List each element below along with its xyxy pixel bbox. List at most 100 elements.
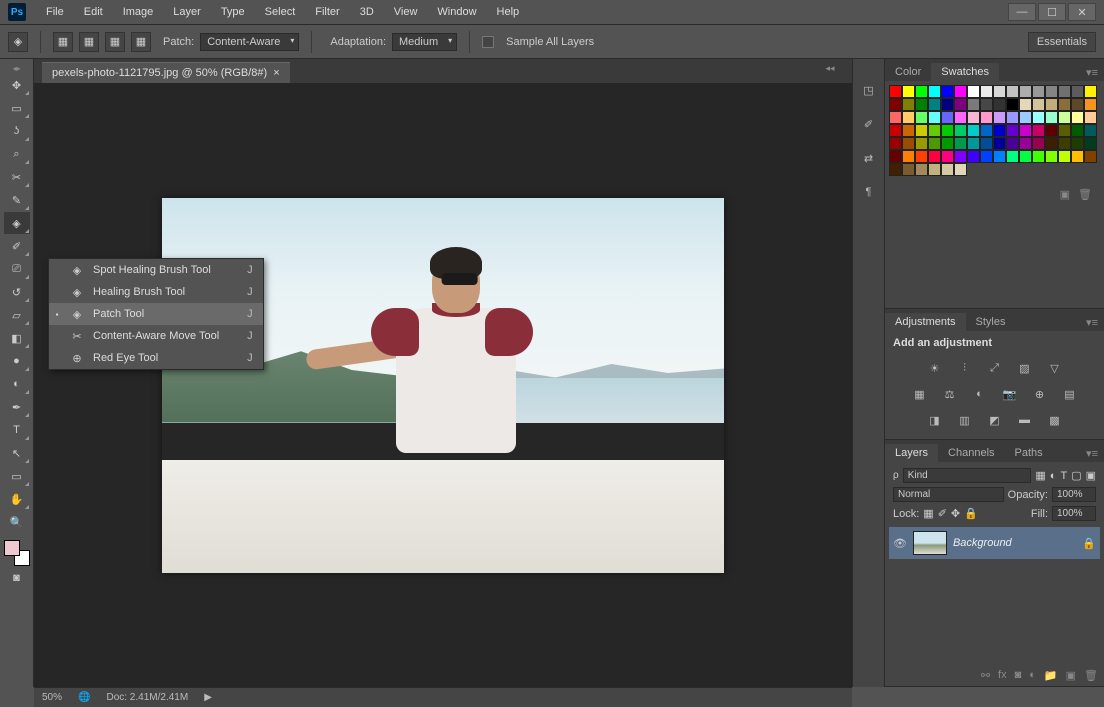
swatch[interactable] bbox=[941, 98, 954, 111]
flyout-content-aware-move[interactable]: ✂ Content-Aware Move Tool J bbox=[49, 325, 263, 347]
swatch[interactable] bbox=[1032, 98, 1045, 111]
swatch[interactable] bbox=[1058, 111, 1071, 124]
swatch[interactable] bbox=[993, 150, 1006, 163]
swatch[interactable] bbox=[941, 85, 954, 98]
curves-icon[interactable]: ⤢ bbox=[985, 359, 1005, 377]
menu-image[interactable]: Image bbox=[113, 3, 164, 21]
panel-collapse-icon[interactable]: ◂◂ bbox=[820, 62, 840, 74]
blend-mode-select[interactable]: Normal bbox=[893, 487, 1004, 502]
opacity-input[interactable]: 100% bbox=[1052, 487, 1096, 502]
dodge-tool[interactable]: ◐ bbox=[4, 373, 30, 395]
swatch[interactable] bbox=[1058, 124, 1071, 137]
toolbar-collapse-icon[interactable]: ◂▸ bbox=[2, 63, 32, 73]
lock-all-icon[interactable]: 🔒 bbox=[964, 507, 978, 520]
swatch[interactable] bbox=[915, 137, 928, 150]
exposure-icon[interactable]: ▨ bbox=[1015, 359, 1035, 377]
swatch[interactable] bbox=[1032, 85, 1045, 98]
channels-tab[interactable]: Channels bbox=[938, 444, 1004, 462]
swatch[interactable] bbox=[1071, 85, 1084, 98]
filter-shape-icon[interactable]: ▢ bbox=[1071, 469, 1081, 482]
swatch[interactable] bbox=[889, 124, 902, 137]
swatch[interactable] bbox=[902, 124, 915, 137]
lasso-tool[interactable]: ʖ bbox=[4, 120, 30, 142]
swatch[interactable] bbox=[941, 137, 954, 150]
adaptation-select[interactable]: Medium bbox=[392, 33, 457, 51]
swatch[interactable] bbox=[915, 124, 928, 137]
history-brush-tool[interactable]: ↺ bbox=[4, 281, 30, 303]
swatch[interactable] bbox=[1084, 98, 1097, 111]
new-selection-icon[interactable]: ▦ bbox=[53, 32, 73, 52]
eraser-tool[interactable]: ▱ bbox=[4, 304, 30, 326]
swatches-tab[interactable]: Swatches bbox=[931, 63, 999, 81]
swatch[interactable] bbox=[928, 163, 941, 176]
swatch[interactable] bbox=[1006, 111, 1019, 124]
filter-pixel-icon[interactable]: ▦ bbox=[1035, 469, 1045, 482]
swatch[interactable] bbox=[915, 111, 928, 124]
layers-tab[interactable]: Layers bbox=[885, 444, 938, 462]
swatch[interactable] bbox=[980, 111, 993, 124]
quick-mask-tool[interactable]: ◙ bbox=[4, 567, 30, 589]
color-swatches[interactable] bbox=[4, 540, 30, 566]
swatch[interactable] bbox=[941, 150, 954, 163]
vibrance-icon[interactable]: ▽ bbox=[1045, 359, 1065, 377]
menu-3d[interactable]: 3D bbox=[350, 3, 384, 21]
swatch[interactable] bbox=[1071, 137, 1084, 150]
new-layer-icon[interactable]: ▣ bbox=[1066, 669, 1076, 682]
swatch[interactable] bbox=[1032, 150, 1045, 163]
color-tab[interactable]: Color bbox=[885, 63, 931, 81]
swatch[interactable] bbox=[967, 137, 980, 150]
visibility-icon[interactable]: 👁 bbox=[893, 537, 907, 550]
invert-icon[interactable]: ◨ bbox=[925, 411, 945, 429]
threshold-icon[interactable]: ◩ bbox=[985, 411, 1005, 429]
status-arrow-icon[interactable]: ▶ bbox=[204, 692, 212, 703]
swatch[interactable] bbox=[954, 98, 967, 111]
swatch[interactable] bbox=[1071, 98, 1084, 111]
sample-all-layers-checkbox[interactable] bbox=[482, 36, 494, 48]
swatch[interactable] bbox=[902, 150, 915, 163]
filter-type-icon[interactable]: T bbox=[1060, 470, 1067, 482]
swatch[interactable] bbox=[954, 85, 967, 98]
group-icon[interactable]: 📁 bbox=[1044, 669, 1058, 682]
swatch[interactable] bbox=[1084, 111, 1097, 124]
styles-tab[interactable]: Styles bbox=[966, 313, 1016, 331]
swatch[interactable] bbox=[915, 150, 928, 163]
swatch[interactable] bbox=[954, 137, 967, 150]
quick-select-tool[interactable]: ⌕ bbox=[4, 143, 30, 165]
history-panel-icon[interactable]: ◳ bbox=[858, 79, 880, 101]
swatch[interactable] bbox=[1006, 85, 1019, 98]
swatch[interactable] bbox=[889, 137, 902, 150]
swatch[interactable] bbox=[1006, 137, 1019, 150]
close-tab-icon[interactable]: × bbox=[273, 67, 279, 79]
lock-position-icon[interactable]: ✥ bbox=[951, 507, 960, 520]
swatch[interactable] bbox=[1032, 124, 1045, 137]
swatch[interactable] bbox=[1019, 150, 1032, 163]
swatch[interactable] bbox=[902, 163, 915, 176]
swatch[interactable] bbox=[889, 98, 902, 111]
swatch[interactable] bbox=[967, 150, 980, 163]
swatch[interactable] bbox=[1045, 150, 1058, 163]
adjustment-layer-icon[interactable]: ◐ bbox=[1029, 669, 1036, 682]
swatch[interactable] bbox=[1019, 85, 1032, 98]
swatch[interactable] bbox=[993, 137, 1006, 150]
properties-panel-icon[interactable]: ⇄ bbox=[858, 147, 880, 169]
blur-tool[interactable]: ● bbox=[4, 350, 30, 372]
hand-tool[interactable]: ✋ bbox=[4, 488, 30, 510]
swatch[interactable] bbox=[954, 150, 967, 163]
hue-icon[interactable]: ▦ bbox=[910, 385, 930, 403]
menu-view[interactable]: View bbox=[384, 3, 428, 21]
lookup-icon[interactable]: ▤ bbox=[1060, 385, 1080, 403]
flyout-red-eye[interactable]: ⊕ Red Eye Tool J bbox=[49, 347, 263, 369]
swatch[interactable] bbox=[941, 163, 954, 176]
menu-help[interactable]: Help bbox=[487, 3, 530, 21]
swatch[interactable] bbox=[889, 150, 902, 163]
lock-transparency-icon[interactable]: ▦ bbox=[923, 507, 933, 520]
layer-name[interactable]: Background bbox=[953, 537, 1012, 549]
swatch[interactable] bbox=[902, 137, 915, 150]
current-tool-icon[interactable]: ◈ bbox=[8, 32, 28, 52]
zoom-level[interactable]: 50% bbox=[42, 692, 62, 703]
flyout-spot-healing[interactable]: ◈ Spot Healing Brush Tool J bbox=[49, 259, 263, 281]
close-button[interactable]: ✕ bbox=[1068, 3, 1096, 21]
intersect-selection-icon[interactable]: ▦ bbox=[131, 32, 151, 52]
swatch[interactable] bbox=[1006, 150, 1019, 163]
swatch[interactable] bbox=[954, 111, 967, 124]
